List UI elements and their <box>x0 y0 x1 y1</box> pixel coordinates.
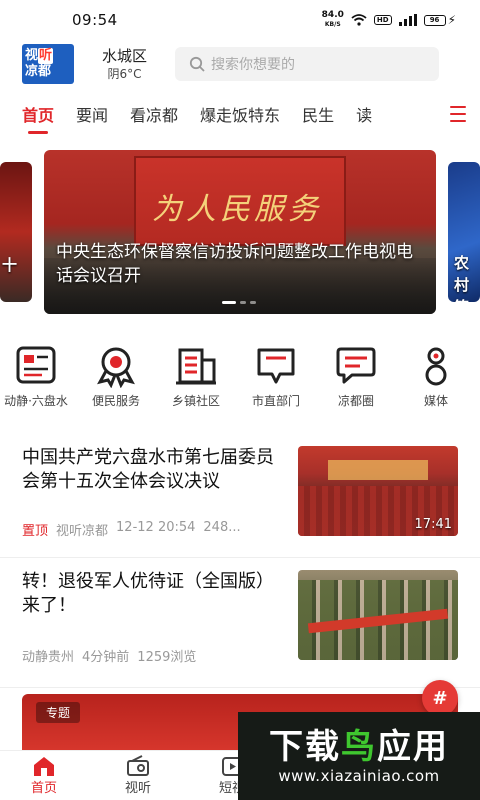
building-icon <box>176 348 216 385</box>
message-box-icon <box>257 348 295 384</box>
quick-services: 动静·六盘水 便民服务 乡镇社区 市直部门 凉都圈 媒体 <box>0 344 480 416</box>
radio-icon <box>127 755 149 776</box>
news-source: 视听凉都 <box>56 524 109 539</box>
news-thumbnail <box>298 570 458 660</box>
tab-home[interactable]: 首页 <box>22 102 54 134</box>
charging-icon: ⚡ <box>447 13 456 27</box>
network-speed: 84.0 KB/S <box>321 10 344 29</box>
search-placeholder: 搜索你想要的 <box>211 57 296 73</box>
site-watermark: 下载鸟应用 www.xiazainiao.com <box>238 712 480 800</box>
news-meta: 置顶 视听凉都 12-12 20:54 248... <box>22 520 241 539</box>
news-item[interactable]: 转！退役军人优待证（全国版）来了！ 动静贵州 4分钟前 1259浏览 <box>0 558 480 688</box>
news-feed: 中国共产党六盘水市第七届委员会第十五次全体会议决议 置顶 视听凉都 12-12 … <box>0 440 480 688</box>
status-icons: 84.0 KB/S HD 96 ⚡ <box>322 11 456 29</box>
hd-badge: HD <box>373 15 392 25</box>
status-bar: 09:54 84.0 KB/S HD 96 ⚡ <box>0 0 480 40</box>
news-views: 248... <box>203 520 241 535</box>
feature-tag: 专题 <box>36 702 81 723</box>
service-convenience[interactable]: 便民服务 <box>76 344 156 416</box>
carousel-next-slide[interactable]: 农村答案 <box>448 162 480 302</box>
watermark-url: www.xiazainiao.com <box>278 767 440 785</box>
tab-read[interactable]: 读 <box>356 102 372 126</box>
status-time: 09:54 <box>72 11 118 29</box>
video-duration: 17:41 <box>414 517 452 532</box>
news-meta: 动静贵州 4分钟前 1259浏览 <box>22 646 196 665</box>
carousel-indicator <box>222 301 256 304</box>
search-input[interactable]: 搜索你想要的 <box>175 47 440 81</box>
news-board-icon <box>16 346 56 384</box>
carousel-prev-slide[interactable]: 十 <box>0 162 32 302</box>
news-source: 动静贵州 <box>22 650 75 665</box>
bottom-nav-media[interactable]: 视听 <box>108 751 168 800</box>
banner-carousel[interactable]: 十 为人民服务 中央生态环保督察信访投诉问题整改工作电视电话会议召开 农村答案 <box>0 150 480 314</box>
channel-menu-icon[interactable] <box>448 106 466 122</box>
home-icon <box>34 757 54 776</box>
service-liangdu-circle[interactable]: 凉都圈 <box>316 344 396 416</box>
service-township[interactable]: 乡镇社区 <box>156 344 236 416</box>
app-header: 视 听 凉 都 水城区 阴6°C 搜索你想要的 <box>0 40 480 88</box>
news-item[interactable]: 中国共产党六盘水市第七届委员会第十五次全体会议决议 置顶 视听凉都 12-12 … <box>0 440 480 558</box>
slide-title: 中央生态环保督察信访投诉问题整改工作电视电话会议召开 <box>56 242 413 286</box>
wifi-icon <box>351 14 367 26</box>
tab-headlines[interactable]: 要闻 <box>76 102 108 126</box>
service-departments[interactable]: 市直部门 <box>236 344 316 416</box>
news-thumbnail: 17:41 <box>298 446 458 536</box>
news-time: 4分钟前 <box>82 650 130 665</box>
banner-calligraphy: 为人民服务 <box>152 192 322 227</box>
tab-livelihood[interactable]: 民生 <box>302 102 334 126</box>
service-media[interactable]: 媒体 <box>396 344 476 416</box>
chat-bubble-icon <box>336 347 376 384</box>
search-icon <box>189 56 205 72</box>
battery-icon: 96 ⚡ <box>423 13 456 27</box>
weather-text: 阴6°C <box>107 67 142 81</box>
service-badge-icon <box>97 347 135 388</box>
media-icon <box>425 347 447 386</box>
city-name: 水城区 <box>102 47 148 65</box>
banner-image: 为人民服务 <box>134 156 346 246</box>
carousel-current-slide[interactable]: 为人民服务 中央生态环保督察信访投诉问题整改工作电视电话会议召开 <box>44 150 436 314</box>
news-title: 中国共产党六盘水市第七届委员会第十五次全体会议决议 <box>22 447 274 492</box>
news-title: 转！退役军人优待证（全国版）来了！ <box>22 571 274 616</box>
pinned-tag: 置顶 <box>22 524 49 539</box>
watermark-title: 下载鸟应用 <box>269 727 449 767</box>
service-dongjing[interactable]: 动静·六盘水 <box>0 344 76 416</box>
signal-icon <box>398 14 417 26</box>
tab-food[interactable]: 爆走饭特东 <box>200 102 280 126</box>
topic-fab-button[interactable]: # <box>422 680 458 716</box>
location-weather[interactable]: 水城区 阴6°C <box>102 46 147 82</box>
app-logo[interactable]: 视 听 凉 都 <box>22 44 74 84</box>
bottom-nav-home[interactable]: 首页 <box>14 751 74 800</box>
channel-tabs: 首页 要闻 看凉都 爆走饭特东 民生 读 <box>0 96 480 134</box>
tab-liangdu[interactable]: 看凉都 <box>130 102 178 126</box>
news-time: 12-12 20:54 <box>116 520 196 535</box>
news-views: 1259浏览 <box>137 650 197 665</box>
